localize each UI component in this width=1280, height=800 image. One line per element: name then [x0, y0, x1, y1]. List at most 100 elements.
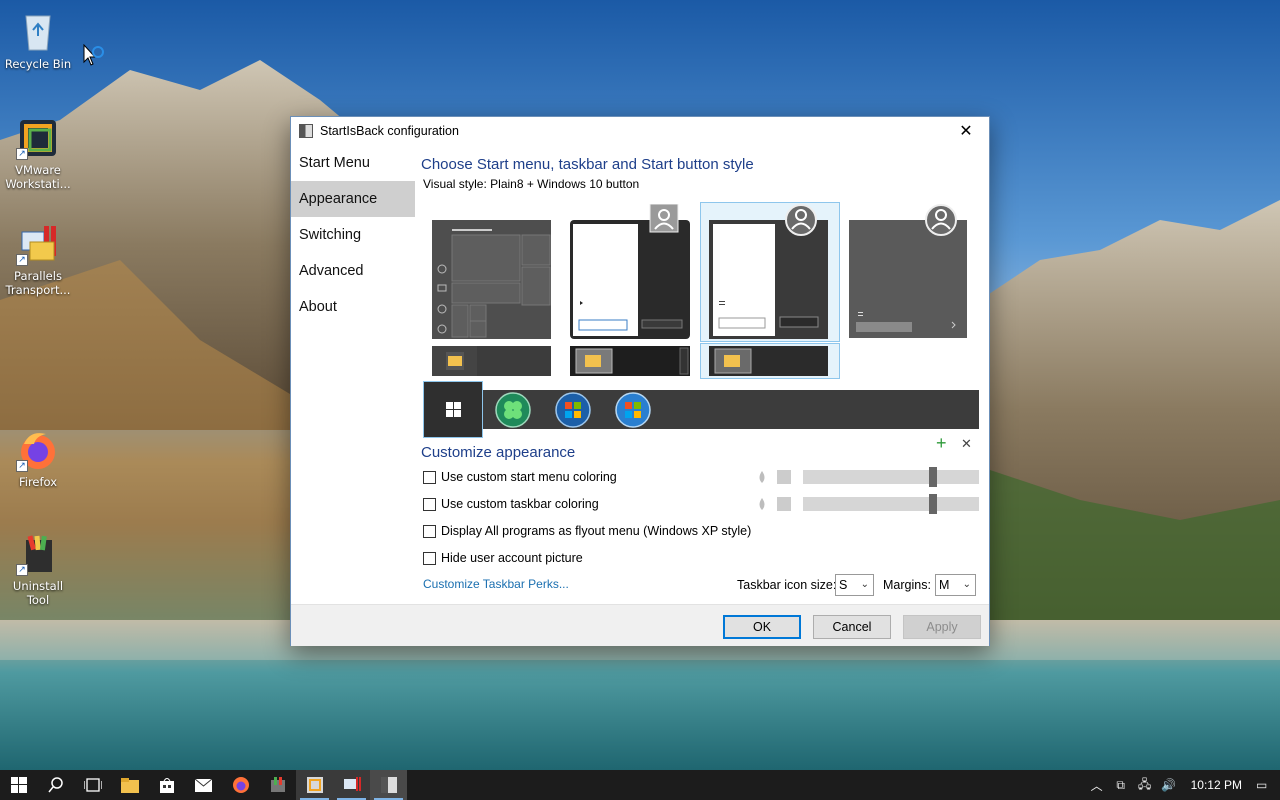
visual-style-label: Visual style: Plain8 + Windows 10 button [423, 177, 640, 191]
margins-select[interactable]: M ⌄ [935, 574, 976, 596]
option-label: Hide user account picture [441, 551, 583, 565]
option-label: Display All programs as flyout menu (Win… [441, 524, 752, 538]
taskbar-file-explorer[interactable] [111, 770, 148, 800]
parallels-tray-icon[interactable]: ⧉ [1109, 778, 1133, 793]
taskbar-firefox[interactable] [222, 770, 259, 800]
icon-size-select[interactable]: S ⌄ [835, 574, 874, 596]
taskbar-vmware[interactable] [296, 770, 333, 800]
style-heading: Choose Start menu, taskbar and Start but… [421, 156, 754, 173]
startisback-config-dialog: StartIsBack configuration ✕ Start Menu A… [290, 116, 990, 646]
close-icon[interactable]: ✕ [943, 117, 989, 145]
shortcut-arrow-icon: ↗ [16, 460, 28, 472]
desktop-icon-label: Uninstall Tool [12, 579, 64, 607]
task-view-button[interactable] [74, 770, 111, 800]
customize-taskbar-perks-link[interactable]: Customize Taskbar Perks... [423, 577, 569, 591]
apply-button[interactable]: Apply [903, 615, 981, 639]
start-button[interactable] [0, 770, 37, 800]
slider-thumb[interactable] [929, 494, 937, 514]
mouse-cursor-busy-icon [83, 44, 104, 66]
uninstall-tool-icon [270, 777, 285, 792]
taskbar-color-swatch[interactable] [777, 497, 791, 511]
checkbox[interactable] [423, 470, 436, 484]
nav-item-switching[interactable]: Switching [291, 217, 415, 253]
nav-item-about[interactable]: About [291, 289, 415, 325]
start-menu-style-win10[interactable] [432, 220, 551, 339]
clock[interactable]: 10:12 PM [1181, 778, 1256, 792]
ok-button[interactable]: OK [723, 615, 801, 639]
shortcut-arrow-icon: ↗ [16, 148, 28, 160]
desktop-icon-vmware[interactable]: ↗ VMware Workstati... [0, 116, 76, 191]
margins-label: Margins: [883, 578, 931, 592]
desktop-icon-label: Recycle Bin [4, 57, 72, 71]
option-custom-taskbar-coloring[interactable]: Use custom taskbar coloring [423, 497, 599, 511]
taskbar-store[interactable] [148, 770, 185, 800]
shortcut-arrow-icon: ↗ [16, 564, 28, 576]
taskbar-app-tool[interactable] [259, 770, 296, 800]
uninstall-tool-icon: ↗ [16, 532, 60, 576]
taskbar-style-1[interactable] [432, 346, 551, 376]
volume-icon[interactable]: 🔊 [1157, 778, 1181, 792]
customize-heading: Customize appearance [421, 444, 576, 461]
taskbar-style-2[interactable] [570, 346, 690, 376]
option-flyout-menu[interactable]: Display All programs as flyout menu (Win… [423, 524, 751, 538]
desktop-icon-label: Parallels Transport... [5, 269, 71, 297]
start-transparency-slider[interactable] [803, 467, 979, 487]
firefox-icon [232, 777, 249, 793]
color-drop-icon[interactable] [757, 498, 767, 510]
notification-icon[interactable]: ▭ [1256, 778, 1280, 792]
start-menu-style-plain8[interactable] [700, 202, 840, 342]
desktop-icon-uninstall-tool[interactable]: ↗ Uninstall Tool [0, 532, 76, 607]
start-button-win7-orb[interactable] [554, 391, 592, 429]
nav-item-start-menu[interactable]: Start Menu [291, 145, 415, 181]
windows-logo-icon [10, 777, 27, 793]
color-drop-icon[interactable] [757, 471, 767, 483]
taskbar-mail[interactable] [185, 770, 222, 800]
chevron-down-icon: ⌄ [860, 579, 869, 590]
settings-nav: Start Menu Appearance Switching Advanced… [291, 145, 415, 325]
windows-logo-icon [446, 402, 461, 417]
win7-orb-icon [555, 392, 591, 428]
taskbar-transparency-slider[interactable] [803, 494, 979, 514]
checkbox[interactable] [423, 551, 436, 565]
desktop-icon-recycle-bin[interactable]: Recycle Bin [0, 10, 76, 71]
remove-icon[interactable]: ✕ [961, 436, 972, 452]
parallels-icon [343, 777, 361, 791]
add-icon[interactable]: + [936, 433, 947, 454]
start-button-clover[interactable] [494, 391, 532, 429]
select-value: S [839, 578, 848, 592]
network-icon[interactable]: 🖧 [1133, 775, 1157, 796]
search-button[interactable] [37, 770, 74, 800]
slider-thumb[interactable] [929, 467, 937, 487]
cancel-button[interactable]: Cancel [813, 615, 891, 639]
desktop-icon-firefox[interactable]: ↗ Firefox [0, 428, 76, 489]
title-bar[interactable]: StartIsBack configuration ✕ [291, 117, 989, 145]
checkbox[interactable] [423, 497, 436, 511]
firefox-icon: ↗ [16, 428, 60, 472]
taskbar-preview-icon [709, 346, 828, 376]
taskbar-style-3[interactable] [700, 343, 840, 379]
clover-orb-icon [495, 392, 531, 428]
start-menu-style-plain10[interactable] [848, 204, 968, 339]
parallels-icon: ↗ [16, 222, 60, 266]
chevron-up-icon[interactable]: ︿ [1085, 777, 1109, 794]
nav-item-appearance[interactable]: Appearance [291, 181, 415, 217]
store-bag-icon [159, 778, 174, 793]
start-color-swatch[interactable] [777, 470, 791, 484]
nav-item-advanced[interactable]: Advanced [291, 253, 415, 289]
taskbar-preview-icon [432, 346, 551, 376]
start-button-vista-orb[interactable] [614, 391, 652, 429]
desktop-icon-parallels[interactable]: ↗ Parallels Transport... [0, 222, 76, 297]
checkbox[interactable] [423, 524, 436, 538]
desktop-icon-label: Firefox [18, 475, 58, 489]
recycle-bin-icon [16, 10, 60, 54]
option-custom-start-coloring[interactable]: Use custom start menu coloring [423, 470, 617, 484]
taskbar-startisback[interactable] [370, 770, 407, 800]
chevron-down-icon: ⌄ [962, 579, 971, 590]
taskbar-parallels[interactable] [333, 770, 370, 800]
option-hide-user-picture[interactable]: Hide user account picture [423, 551, 583, 565]
window-title: StartIsBack configuration [320, 124, 459, 138]
start-button-win10[interactable] [423, 381, 483, 438]
startisback-app-icon [380, 777, 397, 793]
start-menu-style-win7[interactable] [570, 203, 690, 339]
desktop-icon-label: VMware Workstati... [5, 163, 71, 191]
